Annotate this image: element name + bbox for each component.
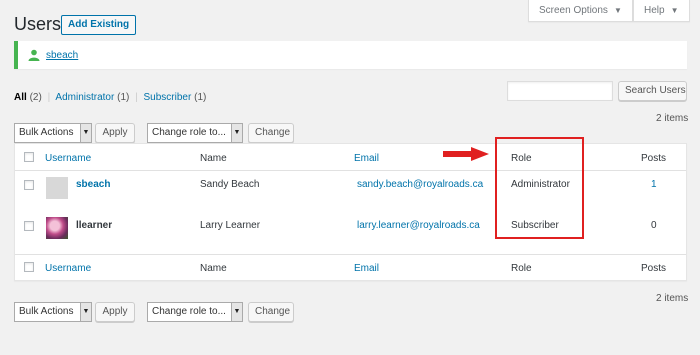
posts-count: 0 [651, 220, 657, 231]
user-name: Sandy Beach [200, 179, 260, 190]
help-button[interactable]: Help ▼ [633, 0, 690, 22]
avatar [46, 177, 68, 199]
change-button-top[interactable]: Change [248, 123, 294, 143]
column-header-name: Name [200, 153, 227, 164]
help-label: Help [644, 5, 665, 16]
bulk-actions-select-top[interactable]: Bulk Actions ▼ [14, 123, 92, 143]
filter-subscriber-count: (1) [194, 92, 207, 103]
filter-all-count: (2) [29, 92, 42, 103]
column-header-posts: Posts [641, 153, 667, 164]
column-footer-posts: Posts [641, 263, 667, 274]
row-checkbox[interactable] [24, 180, 34, 190]
caret-down-icon: ▼ [670, 6, 679, 15]
add-existing-button[interactable]: Add Existing [61, 15, 137, 35]
column-footer-username[interactable]: Username [45, 263, 91, 274]
username-link[interactable]: llearner [76, 220, 112, 231]
page-title: Users [14, 14, 62, 34]
column-footer-name: Name [200, 263, 227, 274]
filter-all-link[interactable]: All [14, 92, 27, 103]
bulk-actions-select-bottom[interactable]: Bulk Actions ▼ [14, 302, 92, 322]
filter-administrator-link[interactable]: Administrator [55, 92, 114, 103]
bulk-actions-value: Bulk Actions [19, 127, 74, 138]
search-users-button[interactable]: Search Users [618, 81, 687, 101]
apply-button-bottom[interactable]: Apply [95, 302, 135, 322]
search-input[interactable] [507, 81, 613, 101]
caret-down-icon: ▼ [613, 6, 622, 15]
posts-count-link[interactable]: 1 [651, 179, 657, 190]
screen-options-label: Screen Options [539, 5, 608, 16]
apply-button-top[interactable]: Apply [95, 123, 135, 143]
column-footer-role: Role [511, 263, 532, 274]
change-role-select-bottom[interactable]: Change role to... ▼ [147, 302, 243, 322]
item-count-top: 2 items [656, 113, 689, 124]
avatar [46, 217, 68, 239]
users-table: Username Name Email Role Posts sbeach Sa… [14, 143, 687, 281]
email-link[interactable]: sandy.beach@royalroads.ca [357, 179, 483, 190]
user-icon [28, 49, 40, 61]
change-button-bottom[interactable]: Change [248, 302, 294, 322]
column-footer-email[interactable]: Email [354, 263, 379, 274]
change-role-value: Change role to... [152, 127, 226, 138]
dropdown-arrow-icon: ▼ [231, 303, 242, 321]
role-filter-links: All (2) | Administrator (1) | Subscriber… [14, 92, 207, 103]
column-header-email[interactable]: Email [354, 153, 379, 164]
dropdown-arrow-icon: ▼ [80, 303, 91, 321]
select-all-checkbox-footer[interactable] [24, 262, 34, 272]
column-header-username[interactable]: Username [45, 153, 91, 164]
item-count-bottom: 2 items [656, 293, 689, 304]
filter-administrator-count: (1) [117, 92, 130, 103]
screen-options-button[interactable]: Screen Options ▼ [528, 0, 633, 22]
select-all-checkbox[interactable] [24, 152, 34, 162]
role-column-highlight-box [495, 137, 584, 239]
username-link[interactable]: sbeach [76, 179, 110, 190]
notice-username-link[interactable]: sbeach [46, 50, 78, 61]
email-link[interactable]: larry.learner@royalroads.ca [357, 220, 480, 231]
row-checkbox[interactable] [24, 221, 34, 231]
change-role-value: Change role to... [152, 306, 226, 317]
dropdown-arrow-icon: ▼ [80, 124, 91, 142]
success-notice: sbeach [14, 41, 687, 69]
user-name: Larry Learner [200, 220, 261, 231]
filter-subscriber-link[interactable]: Subscriber [144, 92, 192, 103]
red-arrow-icon [443, 147, 489, 161]
bulk-actions-value: Bulk Actions [19, 306, 74, 317]
dropdown-arrow-icon: ▼ [231, 124, 242, 142]
change-role-select-top[interactable]: Change role to... ▼ [147, 123, 243, 143]
